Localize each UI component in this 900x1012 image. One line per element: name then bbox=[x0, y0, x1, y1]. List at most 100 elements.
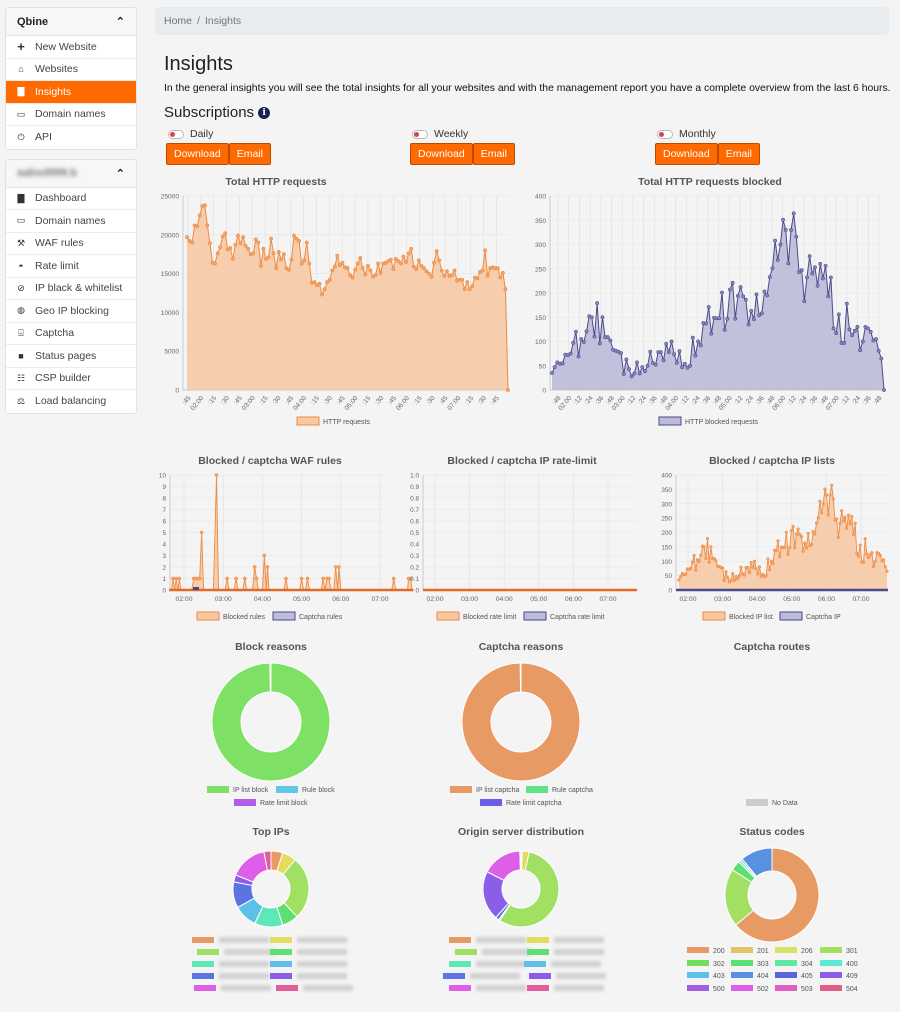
daily-download-button[interactable]: Download bbox=[166, 143, 229, 165]
x-tick-label: 03:00 bbox=[714, 596, 731, 603]
weekly-email-button[interactable]: Email bbox=[472, 143, 515, 165]
data-point bbox=[679, 574, 683, 579]
data-point bbox=[855, 325, 860, 329]
chevron-up-icon[interactable]: ⌃ bbox=[116, 167, 125, 180]
sidebar-item-status-pages[interactable]: ■ Status pages bbox=[6, 345, 136, 368]
legend-swatch bbox=[449, 961, 471, 967]
site-nav-header[interactable]: aabsd999.b ⌃ bbox=[6, 159, 136, 188]
monthly-download-button[interactable]: Download bbox=[655, 143, 718, 165]
globe-icon: ◍ bbox=[17, 305, 25, 316]
sidebar-item-dashboard[interactable]: ▇ Dashboard bbox=[6, 188, 136, 210]
sidebar-item-domain-names[interactable]: ▭ Domain names bbox=[6, 104, 136, 126]
pie-slice bbox=[232, 881, 256, 908]
legend-label-redacted bbox=[297, 973, 347, 979]
sidebar-item-csp-builder[interactable]: ☷ CSP builder bbox=[6, 368, 136, 390]
x-tick-label: :48 bbox=[551, 395, 562, 407]
data-point bbox=[409, 246, 414, 251]
y-tick-label: 150 bbox=[661, 544, 672, 551]
data-point bbox=[715, 564, 720, 568]
data-point bbox=[503, 287, 508, 292]
legend-label-redacted bbox=[297, 949, 347, 955]
data-point bbox=[340, 260, 345, 265]
legend-swatch bbox=[775, 972, 797, 978]
data-point bbox=[861, 560, 866, 564]
data-point bbox=[788, 546, 792, 550]
data-point bbox=[836, 312, 841, 317]
data-point bbox=[762, 289, 767, 294]
data-point bbox=[863, 537, 867, 541]
x-tick-label: :30 bbox=[425, 395, 436, 407]
sidebar-item-api[interactable]: ⏻ API bbox=[6, 126, 136, 149]
data-point bbox=[757, 313, 762, 318]
pie-slice bbox=[237, 897, 264, 925]
data-point bbox=[202, 203, 207, 208]
data-point bbox=[320, 292, 324, 297]
x-tick-label: 03:00 bbox=[241, 395, 257, 412]
pie-slice bbox=[741, 847, 773, 878]
pie-slice bbox=[735, 847, 820, 943]
legend-swatch bbox=[775, 985, 797, 991]
sidebar-item-load-balancing[interactable]: ⚖ Load balancing bbox=[6, 390, 136, 413]
sidebar-item-captcha[interactable]: ⌹ Captcha bbox=[6, 323, 136, 345]
data-point bbox=[876, 348, 881, 353]
sidebar-item-rate-limit[interactable]: ◓ Rate limit bbox=[6, 255, 136, 278]
data-point bbox=[490, 265, 495, 270]
data-point bbox=[717, 565, 721, 569]
breadcrumb-home[interactable]: Home bbox=[164, 15, 192, 27]
chevron-up-icon[interactable]: ⌃ bbox=[116, 15, 125, 28]
breadcrumb: Home / Insights bbox=[155, 7, 889, 35]
data-point bbox=[770, 266, 775, 271]
sidebar-item-new-website[interactable]: + New Website bbox=[6, 36, 136, 59]
data-point bbox=[253, 237, 258, 242]
legend-captcha-rules bbox=[272, 611, 296, 621]
daily-toggle[interactable] bbox=[168, 129, 184, 139]
legend-label: IP list block bbox=[233, 787, 269, 794]
data-point bbox=[434, 249, 439, 253]
legend-label: 404 bbox=[757, 973, 769, 980]
pie-slice bbox=[270, 850, 284, 872]
data-point bbox=[337, 263, 342, 267]
weekly-toggle[interactable] bbox=[412, 129, 428, 139]
sidebar-item-waf-rules[interactable]: ⚒ WAF rules bbox=[6, 233, 136, 255]
sidebar-item-domain-names[interactable]: ▭ Domain names bbox=[6, 210, 136, 233]
monthly-toggle[interactable] bbox=[657, 129, 673, 139]
y-tick-label: 400 bbox=[535, 194, 546, 201]
data-point bbox=[378, 270, 383, 275]
y-tick-label: 8 bbox=[162, 496, 166, 503]
sidebar-item-geo-ip-blocking[interactable]: ◍ Geo IP blocking bbox=[6, 300, 136, 323]
data-point bbox=[783, 545, 787, 550]
y-tick-label: 0 bbox=[415, 588, 419, 595]
weekly-download-button[interactable]: Download bbox=[410, 143, 473, 165]
monthly-email-button[interactable]: Email bbox=[717, 143, 760, 165]
data-point bbox=[439, 268, 444, 273]
data-point bbox=[804, 546, 809, 550]
daily-email-button[interactable]: Email bbox=[228, 143, 271, 165]
monitor-icon: ▭ bbox=[16, 108, 26, 119]
sidebar-item-label: New Website bbox=[35, 40, 97, 53]
x-tick-label: :36 bbox=[594, 395, 605, 407]
pie-slice bbox=[731, 861, 756, 883]
sidebar-item-ip-black-whitelist[interactable]: ⊘ IP black & whitelist bbox=[6, 278, 136, 300]
data-point bbox=[581, 340, 586, 344]
y-tick-label: 200 bbox=[535, 291, 546, 298]
legend-blocked-ip-list bbox=[702, 611, 726, 621]
status-codes-donut bbox=[724, 847, 820, 943]
data-point bbox=[651, 360, 655, 365]
x-tick-label: :12 bbox=[733, 395, 744, 407]
sidebar-item-websites[interactable]: ⌂ Websites bbox=[6, 59, 136, 81]
data-point bbox=[200, 204, 205, 208]
legend-label-redacted bbox=[297, 937, 347, 943]
data-point bbox=[243, 243, 248, 248]
data-point bbox=[658, 350, 663, 355]
org-nav-header[interactable]: Qbine ⌃ bbox=[6, 8, 136, 36]
data-point bbox=[406, 576, 411, 581]
sidebar-item-insights[interactable]: ▇ Insights bbox=[6, 81, 136, 104]
info-icon[interactable]: i bbox=[258, 106, 271, 119]
x-tick-label: :24 bbox=[851, 395, 862, 407]
data-point bbox=[327, 576, 331, 581]
data-point bbox=[856, 554, 861, 559]
x-tick-label: 04:00 bbox=[664, 395, 680, 412]
legend-label: Rate limit captcha bbox=[506, 800, 562, 807]
data-point bbox=[848, 522, 852, 526]
data-point bbox=[444, 269, 449, 274]
